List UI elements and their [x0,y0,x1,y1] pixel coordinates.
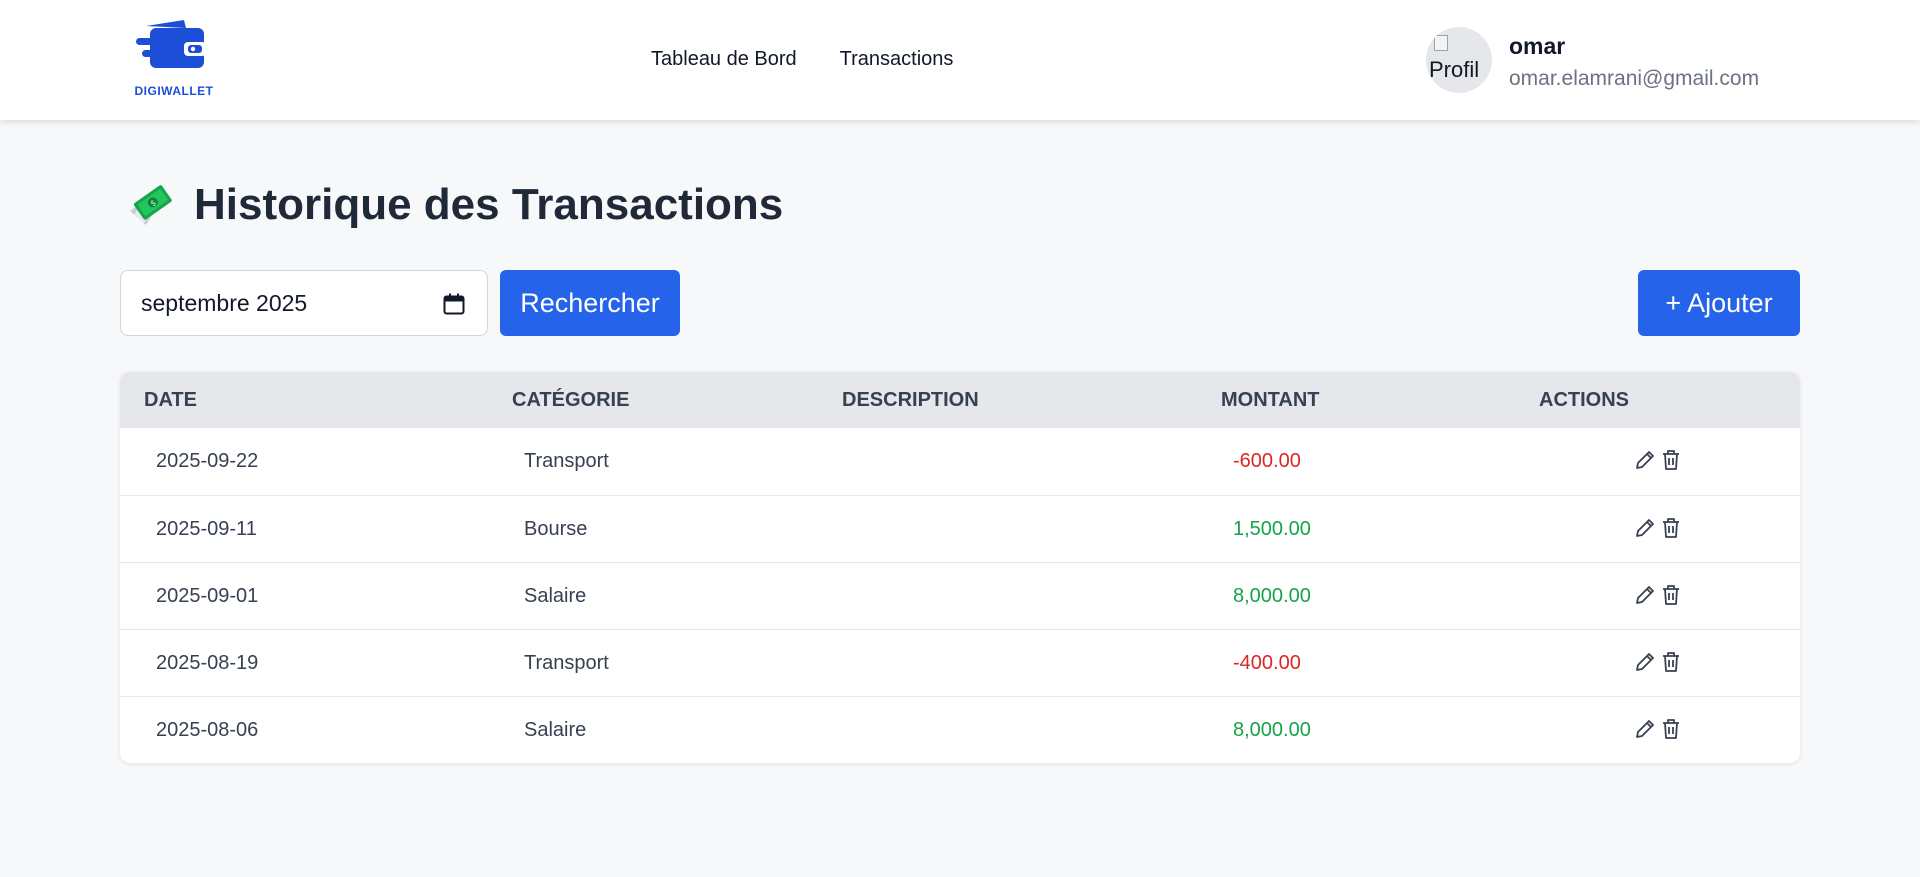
cell-category: Bourse [524,518,588,540]
delete-trash-icon[interactable] [1660,516,1682,540]
cell-amount: -600.00 [1233,450,1301,472]
row-actions [1634,516,1682,540]
search-button[interactable]: Rechercher [500,270,680,336]
cell-date: 2025-09-11 [156,518,257,540]
add-transaction-button[interactable]: + Ajouter [1638,270,1800,336]
edit-pencil-icon[interactable] [1634,448,1656,472]
column-header-amount: Montant [1221,389,1320,411]
calendar-icon[interactable] [443,293,465,315]
table-row: 2025-08-19 Transport -400.00 [120,629,1800,696]
table-row: 2025-09-11 Bourse 1,500.00 [120,495,1800,562]
row-actions [1634,717,1682,741]
money-with-wings-icon: $ [130,185,172,225]
cell-amount: 8,000.00 [1233,719,1311,741]
edit-pencil-icon[interactable] [1634,717,1656,741]
row-actions [1634,448,1682,472]
delete-trash-icon[interactable] [1660,650,1682,674]
edit-pencil-icon[interactable] [1634,583,1656,607]
month-picker-input[interactable]: septembre 2025 [120,270,488,336]
cell-date: 2025-09-01 [156,585,259,607]
delete-trash-icon[interactable] [1660,717,1682,741]
table-row: 2025-09-01 Salaire 8,000.00 [120,562,1800,629]
logo-text: DIGIWALLET [134,84,214,98]
broken-image-icon [1434,35,1448,51]
column-header-category: Catégorie [512,389,630,411]
avatar[interactable]: Profil [1426,27,1492,93]
page-title: Historique des Transactions [194,180,784,229]
column-header-description: Description [842,389,979,411]
table-row: 2025-09-22 Transport -600.00 [120,428,1800,495]
cell-date: 2025-08-19 [156,652,259,674]
cell-category: Salaire [524,585,587,607]
table-body: 2025-09-22 Transport -600.00 2025-09-11 … [120,428,1800,763]
cell-amount: 8,000.00 [1233,585,1311,607]
nav-link-transactions[interactable]: Transactions [840,48,954,71]
edit-pencil-icon[interactable] [1634,650,1656,674]
row-actions [1634,583,1682,607]
page-title-container: $ Historique des Transactions [126,180,783,230]
main-nav: Tableau de Bord Transactions [651,48,953,71]
user-email: omar.elamrani@gmail.com [1509,67,1760,90]
row-actions [1634,650,1682,674]
edit-pencil-icon[interactable] [1634,516,1656,540]
digiwallet-logo[interactable]: DIGIWALLET [132,18,216,102]
month-picker-value: septembre 2025 [141,289,308,316]
column-header-actions: Actions [1539,389,1629,411]
top-navbar: DIGIWALLET Tableau de Bord Transactions … [0,0,1920,120]
cell-date: 2025-08-06 [156,719,259,741]
nav-link-dashboard[interactable]: Tableau de Bord [651,48,797,71]
cell-category: Transport [524,652,609,674]
cell-date: 2025-09-22 [156,450,259,472]
cell-category: Transport [524,450,609,472]
column-header-date: Date [144,389,197,411]
user-name: omar [1509,33,1566,59]
cell-amount: -400.00 [1233,652,1301,674]
cell-category: Salaire [524,719,587,741]
delete-trash-icon[interactable] [1660,448,1682,472]
delete-trash-icon[interactable] [1660,583,1682,607]
cell-amount: 1,500.00 [1233,518,1311,540]
wallet-icon [136,20,206,68]
table-row: 2025-08-06 Salaire 8,000.00 [120,696,1800,763]
avatar-alt-text: Profil [1429,57,1480,82]
table-header: Date Catégorie Description Montant Actio… [120,372,1800,428]
transactions-table: Date Catégorie Description Montant Actio… [120,372,1800,763]
